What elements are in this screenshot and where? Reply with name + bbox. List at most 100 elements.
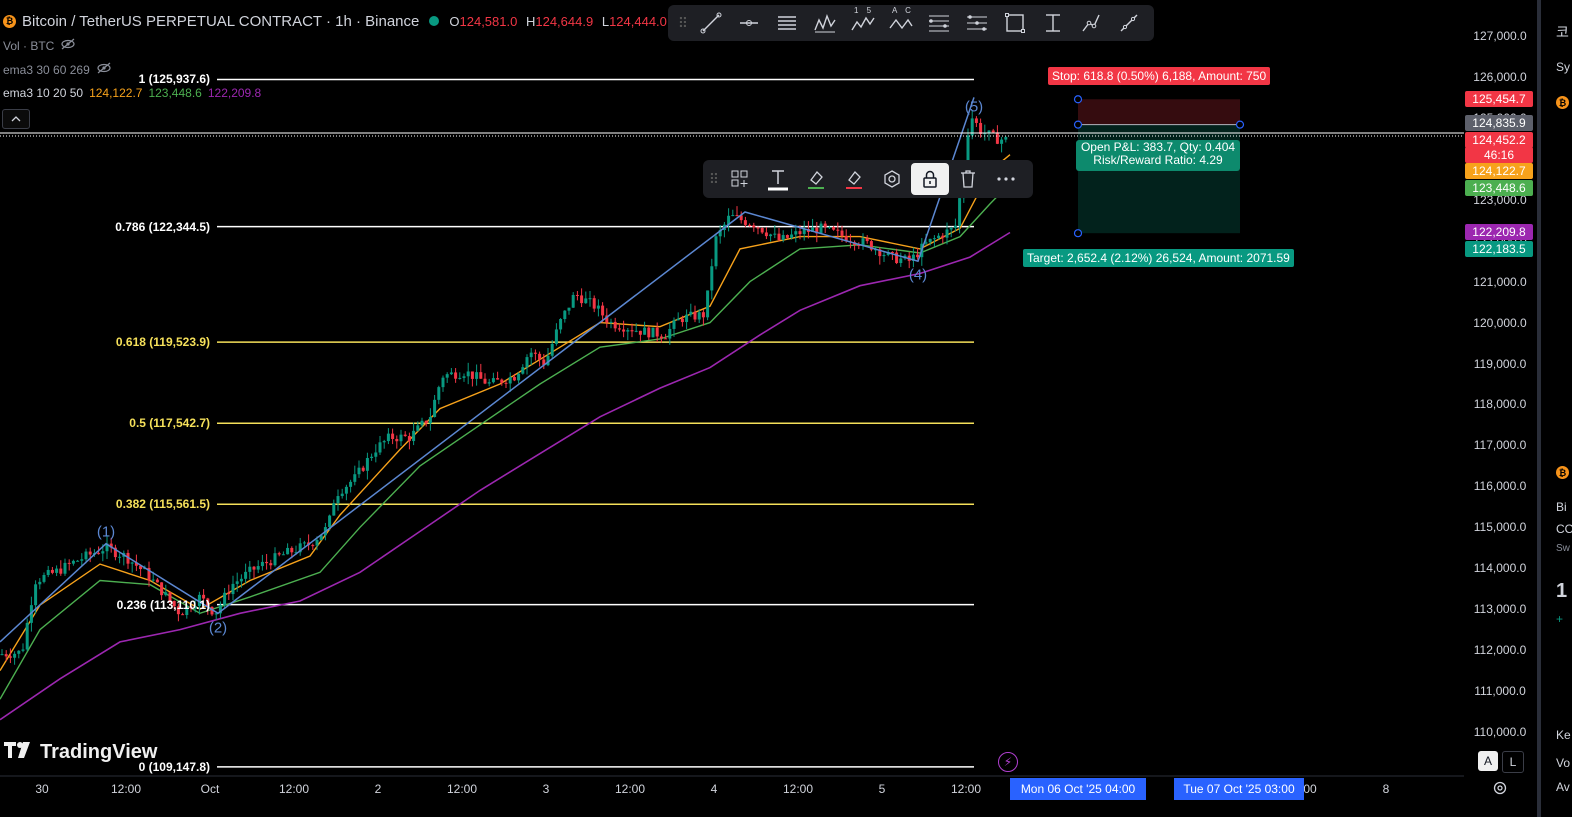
more-icon[interactable] [987, 163, 1025, 195]
fib-level-label: 1 (125,937.6) [138, 72, 210, 87]
time-axis-label: 12:00 [782, 782, 814, 796]
price-axis-label: 127,000.0 [1473, 29, 1527, 43]
path-icon[interactable] [1072, 8, 1110, 38]
elliott-impulse-icon[interactable]: 1 5 [844, 6, 882, 38]
candle-body [672, 320, 676, 329]
candle-body [403, 434, 407, 437]
log-scale-button[interactable]: L [1502, 751, 1524, 773]
candle-body [533, 352, 537, 354]
candle-body [395, 438, 399, 442]
rectangle-icon[interactable] [996, 8, 1034, 38]
trend-line-icon[interactable] [692, 8, 730, 38]
time-axis-label: 2 [374, 782, 382, 796]
candle-body [668, 328, 672, 339]
time-axis-label: 12:00 [278, 782, 310, 796]
price-range-icon[interactable] [1034, 8, 1072, 38]
candle-body [538, 353, 542, 360]
candle-body [617, 328, 621, 330]
ema-hidden-label: ema3 30 60 269 [3, 62, 90, 77]
eye-hidden-icon[interactable] [60, 38, 76, 53]
auto-scale-button[interactable]: A [1478, 751, 1498, 771]
parallel-channel-icon[interactable] [768, 8, 806, 38]
drag-handle-icon[interactable]: ⠿ [707, 171, 721, 188]
collapse-indicators-button[interactable] [2, 109, 30, 129]
candle-body [764, 232, 768, 237]
wave-label-4[interactable]: (4) [909, 267, 927, 284]
ohlc-open-value: 124,581.0 [459, 13, 518, 29]
price-axis[interactable]: 127,000.0126,000.0125,000.0124,000.0123,… [1464, 0, 1536, 775]
pnl-label[interactable]: Open P&L: 383.7, Qty: 0.404 Risk/Reward … [1076, 140, 1240, 171]
candle-body [659, 336, 663, 339]
candle-body [59, 568, 63, 574]
candle-body [63, 562, 67, 574]
candle-body [25, 622, 29, 650]
candle-body [479, 372, 483, 379]
ohlc-low-value: 124,444.0 [609, 13, 667, 29]
candle-body [328, 515, 332, 528]
text-icon[interactable] [759, 163, 797, 195]
lock-icon[interactable] [911, 163, 949, 195]
candle-body [260, 561, 264, 567]
ohlc-open-key: O [449, 13, 460, 29]
ema-slow-line [0, 231, 1011, 721]
wave-label-1[interactable]: (1) [97, 524, 115, 541]
wave-label-5[interactable]: (5) [965, 99, 983, 116]
candle-body [601, 305, 605, 316]
tradingview-mark-icon [4, 742, 34, 763]
candle-body [487, 382, 491, 384]
pitchfork-icon[interactable] [806, 8, 844, 38]
fib-retracement-icon[interactable] [920, 8, 958, 38]
candle-body [697, 312, 701, 320]
wave-label-2[interactable]: (2) [209, 620, 227, 637]
ray-icon[interactable] [730, 8, 768, 38]
eye-hidden-icon[interactable] [96, 62, 112, 77]
panel-symbol-tab[interactable]: Sy [1556, 60, 1570, 74]
candle-body [227, 592, 231, 595]
candle-body [949, 227, 953, 230]
candle-body [554, 329, 558, 344]
position-handle [1235, 120, 1245, 129]
ema-indicator-hidden[interactable]: ema3 30 60 269 [3, 62, 112, 77]
candle-body [55, 568, 59, 573]
elliott-correction-icon[interactable]: A C [882, 6, 920, 38]
stop-label[interactable]: Stop: 618.8 (0.50%) 6,188, Amount: 750 [1048, 67, 1271, 85]
symbol-title[interactable]: Bitcoin / TetherUS PERPETUAL CONTRACT · … [22, 13, 419, 30]
candle-body [311, 545, 315, 547]
price-axis-label: 115,000.0 [1473, 520, 1527, 535]
templates-icon[interactable] [721, 163, 759, 195]
volume-indicator[interactable]: Vol · BTC [3, 38, 76, 53]
wave-labels-impulse: 1 5 [854, 6, 872, 15]
ohlc-low-key: L [601, 13, 610, 29]
fill-color-icon[interactable] [835, 163, 873, 195]
candle-body [651, 327, 655, 338]
candle-body [777, 233, 781, 241]
fib-extension-icon[interactable] [958, 8, 996, 38]
gear-icon[interactable] [1492, 780, 1508, 801]
lightning-icon[interactable]: ⚡ [998, 752, 1018, 772]
time-axis-label: Oct [200, 782, 220, 796]
target-label[interactable]: Target: 2,652.4 (2.12%) 26,524, Amount: … [1023, 249, 1294, 267]
chart-canvas[interactable] [0, 0, 1464, 800]
candle-body [689, 311, 693, 315]
candle-body [336, 496, 340, 504]
candle-body [155, 579, 159, 583]
drag-handle-icon[interactable]: ⠿ [674, 15, 692, 32]
bitcoin-icon: ₿ [3, 14, 16, 28]
ema-indicator[interactable]: ema3 10 20 50 124,122.7 123,448.6 122,20… [3, 86, 261, 100]
line-color-icon[interactable] [797, 163, 835, 195]
trash-icon[interactable] [949, 163, 987, 195]
price-axis-label: 118,000.0 [1473, 397, 1527, 412]
panel-divider[interactable] [1538, 0, 1541, 817]
candle-body [38, 581, 42, 585]
candle-body [353, 474, 357, 482]
candle-body [391, 433, 395, 439]
candle-body [160, 582, 164, 596]
candle-body [290, 547, 294, 553]
ema-label: ema3 10 20 50 [3, 86, 84, 100]
settings-icon[interactable] [873, 163, 911, 195]
panel-average: Av [1556, 780, 1570, 794]
candle-body [42, 575, 46, 582]
candle-body [785, 235, 789, 238]
brush-icon[interactable] [1110, 8, 1148, 38]
candle-body [496, 378, 500, 380]
